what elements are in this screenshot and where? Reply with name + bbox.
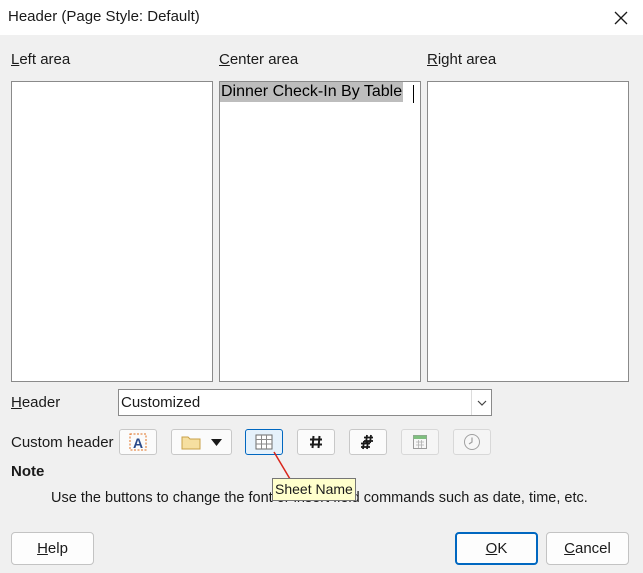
center-area-text: Dinner Check-In By Table bbox=[220, 82, 404, 102]
text-attributes-button[interactable]: A bbox=[119, 429, 157, 455]
title-bar: Header (Page Style: Default) bbox=[0, 0, 643, 35]
page-icon bbox=[310, 435, 322, 449]
sheet-name-tooltip: Sheet Name bbox=[272, 478, 356, 501]
dropdown-triangle-icon bbox=[211, 438, 222, 446]
window-title: Header (Page Style: Default) bbox=[8, 8, 200, 25]
folder-icon bbox=[181, 436, 201, 450]
header-label: Header bbox=[11, 394, 61, 411]
header-select-value: Customized bbox=[121, 394, 201, 411]
close-button[interactable] bbox=[599, 0, 643, 35]
pages-icon bbox=[361, 434, 373, 450]
svg-text:A: A bbox=[133, 435, 143, 451]
center-area-editor[interactable]: Dinner Check-In By Table bbox=[219, 81, 421, 382]
date-icon bbox=[413, 435, 427, 449]
close-icon bbox=[614, 11, 628, 24]
date-button[interactable] bbox=[401, 429, 439, 455]
left-area-editor[interactable] bbox=[11, 81, 213, 382]
note-heading: Note bbox=[11, 463, 45, 480]
custom-header-label: Custom header bbox=[11, 434, 114, 451]
text-attributes-icon: A bbox=[129, 433, 147, 451]
page-count-button[interactable] bbox=[349, 429, 387, 455]
cancel-button[interactable]: Cancel bbox=[546, 532, 629, 565]
text-caret bbox=[413, 85, 414, 103]
time-button[interactable] bbox=[453, 429, 491, 455]
right-area-label: Right area bbox=[427, 51, 497, 68]
ok-button[interactable]: OK bbox=[455, 532, 538, 565]
center-area-label: Center area bbox=[219, 51, 299, 68]
help-button[interactable]: Help bbox=[11, 532, 94, 565]
left-area-label: Left area bbox=[11, 51, 71, 68]
clock-icon bbox=[464, 434, 480, 450]
header-select[interactable]: Customized bbox=[118, 389, 492, 416]
sheet-name-icon bbox=[255, 434, 273, 450]
right-area-editor[interactable] bbox=[427, 81, 629, 382]
chevron-down-icon bbox=[471, 390, 491, 415]
file-name-button[interactable] bbox=[171, 429, 232, 455]
